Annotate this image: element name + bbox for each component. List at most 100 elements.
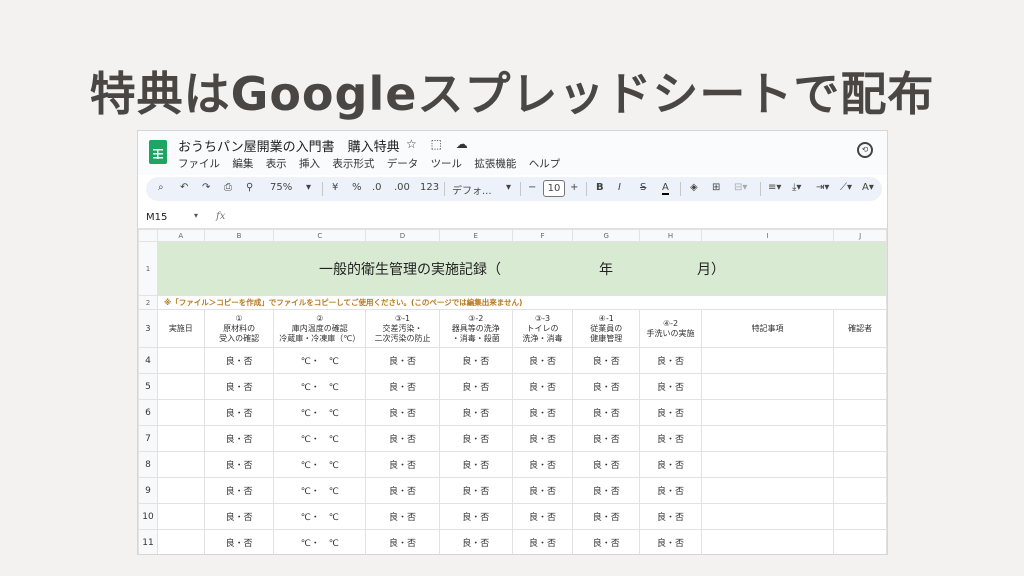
column-header-g[interactable]: G <box>572 229 641 242</box>
utensil-cleaning-cell[interactable]: 良・否 <box>438 477 513 504</box>
temperature-cell[interactable]: ℃・ ℃ <box>273 477 367 504</box>
header-cell-staff-health[interactable]: ④-1 従業員の 健康管理 <box>572 309 641 348</box>
temperature-cell[interactable]: ℃・ ℃ <box>273 347 367 374</box>
row-header[interactable]: 6 <box>138 399 158 426</box>
checker-cell[interactable] <box>833 451 887 478</box>
column-header-j[interactable]: J <box>833 229 887 242</box>
date-cell[interactable] <box>156 399 205 426</box>
font-chevron-down-icon[interactable]: ▾ <box>506 182 511 193</box>
toilet-cleaning-cell[interactable]: 良・否 <box>511 399 574 426</box>
temperature-cell[interactable]: ℃・ ℃ <box>273 529 367 554</box>
bold-button[interactable]: B <box>596 182 604 193</box>
ingredients-check-cell[interactable]: 良・否 <box>203 425 275 452</box>
ingredients-check-cell[interactable]: 良・否 <box>203 529 275 554</box>
name-box-chevron-down-icon[interactable]: ▾ <box>194 211 198 220</box>
decrease-decimal-button[interactable]: .0 <box>372 182 382 193</box>
vertical-align-icon[interactable]: ⤓▾ <box>792 182 801 193</box>
utensil-cleaning-cell[interactable]: 良・否 <box>438 451 513 478</box>
header-cell-temperature[interactable]: ② 庫内温度の確認 冷蔵庫・冷凍庫（℃） <box>273 309 367 348</box>
temperature-cell[interactable]: ℃・ ℃ <box>273 399 367 426</box>
paint-format-icon[interactable]: ⚲ <box>246 182 253 193</box>
toilet-cleaning-cell[interactable]: 良・否 <box>511 477 574 504</box>
row-header[interactable]: 4 <box>138 347 158 374</box>
font-size-input[interactable]: 10 <box>543 180 565 197</box>
utensil-cleaning-cell[interactable]: 良・否 <box>438 425 513 452</box>
text-wrapping-icon[interactable]: ⇥▾ <box>816 182 829 193</box>
row-header[interactable]: 9 <box>138 477 158 504</box>
column-header-d[interactable]: D <box>365 229 440 242</box>
remarks-cell[interactable] <box>700 373 835 400</box>
header-cell-date[interactable]: 実施日 <box>156 309 205 348</box>
increase-decimal-button[interactable]: .00 <box>394 182 410 193</box>
remarks-cell[interactable] <box>700 503 835 530</box>
menu-tools[interactable]: ツール <box>431 158 463 170</box>
italic-button[interactable]: I <box>618 182 621 193</box>
horizontal-align-icon[interactable]: ≡▾ <box>768 182 781 193</box>
checker-cell[interactable] <box>833 529 887 554</box>
font-select[interactable]: デフォ... <box>452 182 492 197</box>
ingredients-check-cell[interactable]: 良・否 <box>203 399 275 426</box>
cross-contamination-cell[interactable]: 良・否 <box>365 477 440 504</box>
header-cell-checker[interactable]: 確認者 <box>833 309 887 348</box>
cross-contamination-cell[interactable]: 良・否 <box>365 451 440 478</box>
column-header-e[interactable]: E <box>438 229 513 242</box>
checker-cell[interactable] <box>833 399 887 426</box>
sheets-logo-icon[interactable] <box>149 140 167 164</box>
ingredients-check-cell[interactable]: 良・否 <box>203 503 275 530</box>
staff-health-cell[interactable]: 良・否 <box>572 347 641 374</box>
handwashing-cell[interactable]: 良・否 <box>639 451 702 478</box>
utensil-cleaning-cell[interactable]: 良・否 <box>438 503 513 530</box>
remarks-cell[interactable] <box>700 477 835 504</box>
undo-icon[interactable]: ↶ <box>180 182 188 193</box>
more-formats-button[interactable]: 123 <box>420 182 439 193</box>
staff-health-cell[interactable]: 良・否 <box>572 425 641 452</box>
font-size-decrease-button[interactable]: − <box>528 182 536 193</box>
document-title[interactable]: おうちパン屋開業の入門書 購入特典 <box>178 136 400 155</box>
date-cell[interactable] <box>156 451 205 478</box>
toilet-cleaning-cell[interactable]: 良・否 <box>511 451 574 478</box>
handwashing-cell[interactable]: 良・否 <box>639 503 702 530</box>
cloud-status-icon[interactable]: ☁ <box>456 137 468 151</box>
row-header[interactable]: 8 <box>138 451 158 478</box>
menu-file[interactable]: ファイル <box>178 158 220 170</box>
cross-contamination-cell[interactable]: 良・否 <box>365 425 440 452</box>
row-header[interactable]: 5 <box>138 373 158 400</box>
version-history-icon[interactable]: ⟲ <box>857 142 873 158</box>
row-header[interactable]: 2 <box>138 295 158 310</box>
temperature-cell[interactable]: ℃・ ℃ <box>273 451 367 478</box>
search-menus-icon[interactable]: ⌕ <box>158 182 164 193</box>
handwashing-cell[interactable]: 良・否 <box>639 529 702 554</box>
temperature-cell[interactable]: ℃・ ℃ <box>273 425 367 452</box>
select-all-corner[interactable] <box>138 229 158 242</box>
text-color-button[interactable]: A <box>662 182 669 195</box>
column-header-f[interactable]: F <box>511 229 574 242</box>
copy-notice-cell[interactable]: ※「ファイル＞コピーを作成」でファイルをコピーしてご使用ください。(このページで… <box>156 295 887 310</box>
row-header[interactable]: 11 <box>138 529 158 554</box>
remarks-cell[interactable] <box>700 529 835 554</box>
staff-health-cell[interactable]: 良・否 <box>572 451 641 478</box>
column-header-b[interactable]: B <box>203 229 275 242</box>
print-icon[interactable]: ⎙ <box>224 182 232 193</box>
ingredients-check-cell[interactable]: 良・否 <box>203 477 275 504</box>
staff-health-cell[interactable]: 良・否 <box>572 503 641 530</box>
menu-format[interactable]: 表示形式 <box>332 158 374 170</box>
remarks-cell[interactable] <box>700 347 835 374</box>
menu-view[interactable]: 表示 <box>266 158 287 170</box>
row-header[interactable]: 3 <box>138 309 158 348</box>
ingredients-check-cell[interactable]: 良・否 <box>203 451 275 478</box>
date-cell[interactable] <box>156 477 205 504</box>
header-cell-remarks[interactable]: 特記事項 <box>700 309 835 348</box>
currency-format-button[interactable]: ¥ <box>332 182 338 193</box>
date-cell[interactable] <box>156 347 205 374</box>
fill-color-icon[interactable]: ◈ <box>690 182 698 193</box>
handwashing-cell[interactable]: 良・否 <box>639 373 702 400</box>
checker-cell[interactable] <box>833 373 887 400</box>
utensil-cleaning-cell[interactable]: 良・否 <box>438 529 513 554</box>
handwashing-cell[interactable]: 良・否 <box>639 477 702 504</box>
menu-edit[interactable]: 編集 <box>232 158 253 170</box>
column-header-a[interactable]: A <box>156 229 205 242</box>
font-size-increase-button[interactable]: + <box>570 182 578 193</box>
utensil-cleaning-cell[interactable]: 良・否 <box>438 347 513 374</box>
ingredients-check-cell[interactable]: 良・否 <box>203 347 275 374</box>
column-header-h[interactable]: H <box>639 229 702 242</box>
